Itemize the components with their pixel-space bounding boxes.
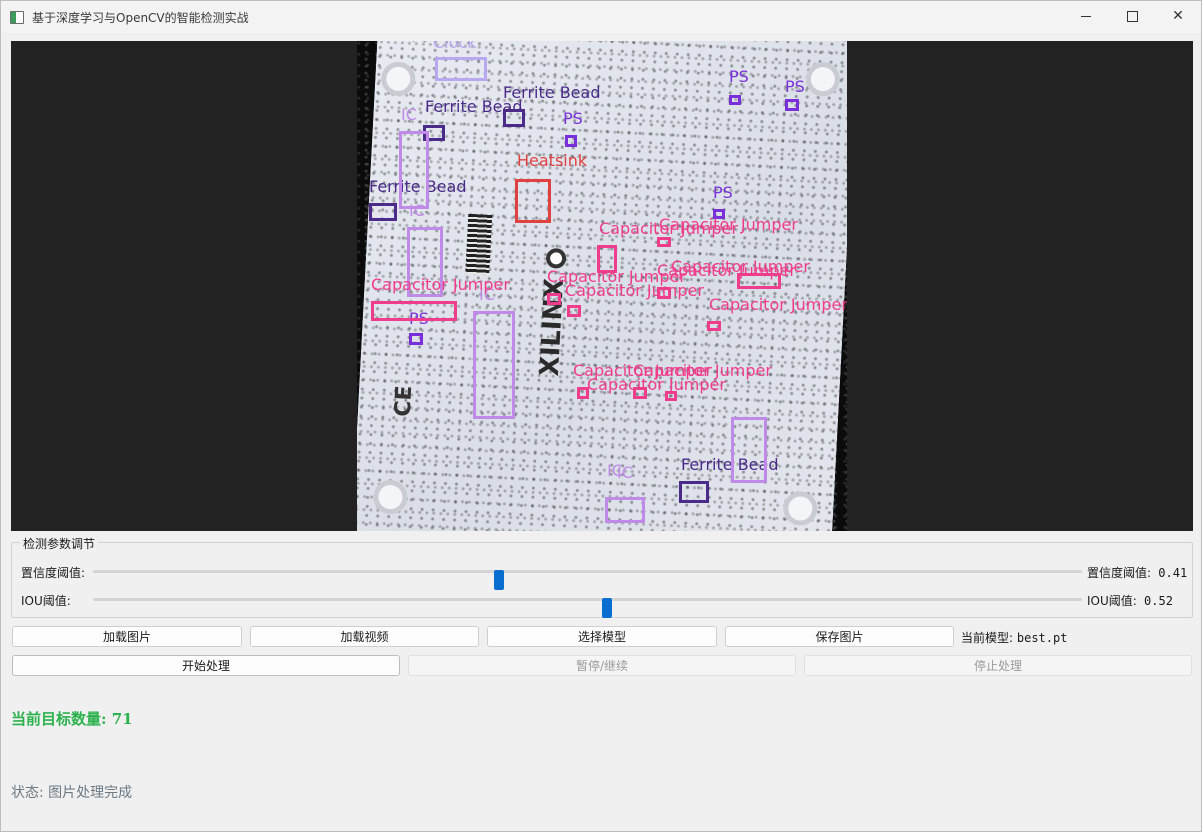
detection-box — [547, 293, 561, 305]
detection-label: Capacitor Jumper — [371, 275, 510, 294]
window-controls: ✕ — [1063, 1, 1201, 33]
detection-box — [369, 203, 397, 221]
mount-hole — [782, 490, 819, 527]
detection-box — [371, 301, 457, 321]
detection-box — [657, 287, 671, 299]
detection-box — [435, 57, 487, 81]
iou-slider[interactable] — [93, 598, 1082, 618]
barcode — [465, 213, 493, 275]
detection-label: Capacitor Jumper — [565, 281, 704, 300]
title-bar[interactable]: 基于深度学习与OpenCV的智能检测实战 ✕ — [1, 1, 1201, 33]
iou-slider-row: IOU阈值: IOU阈值: 0.52 — [12, 589, 1192, 618]
detection-box — [785, 99, 799, 111]
detection-box — [567, 305, 581, 317]
save-image-button[interactable]: 保存图片 — [725, 626, 954, 647]
detection-box — [679, 481, 709, 503]
confidence-slider-row: 置信度阈值: 置信度阈值: 0.41 — [12, 561, 1192, 590]
iou-value: IOU阈值: 0.52 — [1087, 592, 1173, 609]
iou-value-label: IOU阈值: — [1087, 594, 1137, 608]
confidence-slider[interactable] — [93, 570, 1082, 590]
detection-box — [473, 311, 515, 419]
iou-slider-handle[interactable] — [602, 598, 613, 618]
confidence-value-label: 置信度阈值: — [1087, 566, 1152, 580]
current-model-name: best.pt — [1016, 631, 1068, 645]
confidence-label: 置信度阈值: — [21, 566, 86, 580]
mount-hole — [804, 61, 841, 97]
detection-label: Ferrite Bead — [503, 83, 601, 102]
detection-params-group: 检测参数调节 置信度阈值: 置信度阈值: 0.41 IOU阈值: IOU阈值: … — [11, 535, 1193, 618]
detection-box — [399, 131, 429, 209]
main-window: 基于深度学习与OpenCV的智能检测实战 ✕ CE XILINX Clock Fe… — [0, 0, 1202, 832]
confidence-value: 置信度阈值: 0.41 — [1087, 564, 1187, 581]
group-title: 检测参数调节 — [20, 535, 99, 552]
load-image-button[interactable]: 加载图片 — [12, 626, 242, 647]
detection-label: PS — [785, 77, 805, 96]
current-model-label: 当前模型: best.pt — [961, 629, 1067, 646]
detection-box — [707, 321, 721, 331]
pause-resume-button[interactable]: 暂停/继续 — [408, 655, 796, 676]
window-title: 基于深度学习与OpenCV的智能检测实战 — [32, 10, 249, 25]
confidence-value-number: 0.41 — [1158, 566, 1188, 580]
detection-result-image: CE XILINX Clock Ferrite Bead Ferrite Bead F… — [357, 41, 847, 531]
iou-value-number: 0.52 — [1144, 594, 1173, 608]
ce-mark: CE — [390, 384, 418, 418]
detection-label: PS — [713, 183, 733, 202]
detection-label: IC — [607, 461, 623, 480]
app-icon — [10, 10, 24, 24]
detection-box — [729, 95, 741, 105]
detection-label: Capacitor Jumper — [709, 295, 847, 314]
detection-label: IC — [401, 105, 417, 124]
fiducial — [545, 247, 567, 269]
detection-label: Clock — [433, 41, 477, 52]
detection-label: IC — [409, 201, 425, 220]
detection-box — [731, 417, 767, 483]
load-video-button[interactable]: 加载视频 — [250, 626, 479, 647]
current-model-caption: 当前模型: — [961, 631, 1014, 645]
detection-label: PS — [563, 109, 583, 128]
select-model-button[interactable]: 选择模型 — [487, 626, 717, 647]
detection-label: Capacitor Jumper — [659, 215, 798, 234]
close-button[interactable]: ✕ — [1155, 1, 1201, 31]
detection-box — [515, 179, 551, 223]
detection-label: Capacitor Jumper — [587, 375, 726, 394]
mount-hole — [372, 479, 409, 515]
image-display: CE XILINX Clock Ferrite Bead Ferrite Bead F… — [11, 41, 1193, 531]
detection-label: Capacitor Jumper — [671, 257, 810, 276]
status-text: 状态: 图片处理完成 — [11, 785, 133, 801]
detection-box — [503, 109, 525, 127]
start-processing-button[interactable]: 开始处理 — [12, 655, 400, 676]
iou-label: IOU阈值: — [21, 594, 71, 608]
detection-box — [565, 135, 577, 147]
mount-hole — [380, 61, 417, 97]
detection-box — [605, 497, 645, 523]
target-count: 当前目标数量: 71 — [11, 710, 133, 728]
detection-box — [657, 237, 671, 247]
maximize-button[interactable] — [1109, 1, 1155, 31]
detection-label: Heatsink — [517, 151, 588, 170]
minimize-button[interactable] — [1063, 1, 1109, 31]
stop-processing-button[interactable]: 停止处理 — [804, 655, 1192, 676]
detection-label: PS — [729, 67, 749, 86]
confidence-slider-handle[interactable] — [494, 570, 505, 590]
detection-box — [409, 333, 423, 345]
